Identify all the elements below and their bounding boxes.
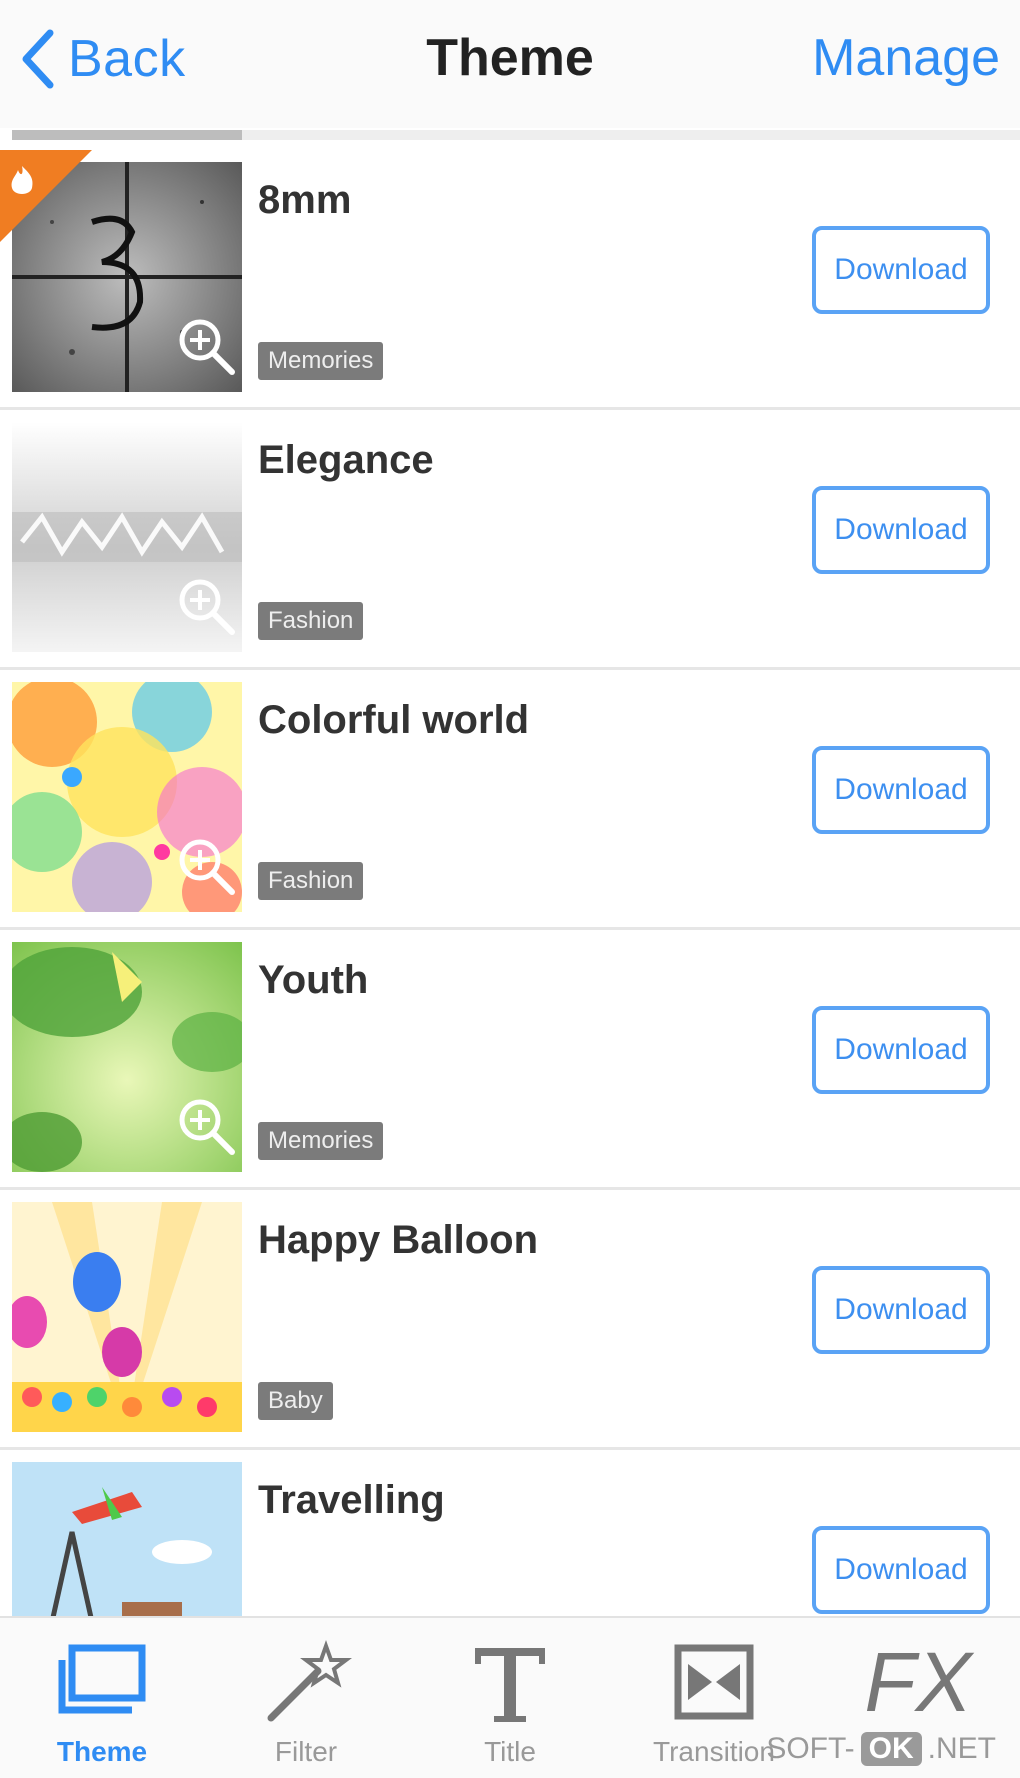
tab-label: Title [484,1736,536,1767]
theme-name: Travelling [258,1478,445,1522]
download-button[interactable]: Download [812,746,990,834]
zoom-in-icon[interactable] [174,1094,238,1158]
theme-thumbnail[interactable] [12,1202,242,1432]
theme-category-tag: Fashion [258,862,364,900]
segment-indicator-active [12,130,242,140]
transition-icon [674,1644,754,1720]
theme-thumbnail[interactable] [12,422,242,652]
theme-row-youth[interactable]: Youth Memories Download [0,930,1020,1190]
download-button[interactable]: Download [812,226,990,314]
theme-category-tag: Memories [258,1122,384,1160]
theme-category-tag: Fashion [258,602,364,640]
theme-category-tag: Memories [258,342,384,380]
travel-image [12,1462,242,1616]
zoom-in-icon[interactable] [174,314,238,378]
theme-name: Elegance [258,438,434,482]
download-button[interactable]: Download [812,1526,990,1614]
watermark: SOFT- OK .NET [766,1732,996,1766]
watermark-right: .NET [927,1732,996,1765]
theme-row-8mm[interactable]: 8mm Memories Download [0,150,1020,410]
theme-list[interactable]: 8mm Memories Download Elegance Fashion D… [0,150,1020,1616]
theme-name: 8mm [258,178,352,222]
theme-icon [58,1644,146,1714]
zoom-in-icon[interactable] [174,574,238,638]
balloons-image [12,1202,242,1432]
zoom-in-icon[interactable] [174,834,238,898]
fx-icon: FX [864,1635,972,1729]
tab-label: Filter [274,1736,338,1767]
tab-filter[interactable]: Filter [204,1618,408,1778]
theme-name: Colorful world [258,698,530,742]
magic-wand-icon [267,1640,352,1722]
theme-thumbnail[interactable] [12,682,242,912]
segment-indicator [12,130,1020,140]
download-button[interactable]: Download [812,1006,990,1094]
theme-thumbnail[interactable] [12,1462,242,1616]
theme-thumbnail[interactable] [12,942,242,1172]
theme-row-happy-balloon[interactable]: Happy Balloon Baby Download [0,1190,1020,1450]
tab-theme[interactable]: Theme [0,1618,204,1778]
download-button[interactable]: Download [812,1266,990,1354]
theme-row-elegance[interactable]: Elegance Fashion Download [0,410,1020,670]
theme-row-colorful-world[interactable]: Colorful world Fashion Download [0,670,1020,930]
hot-flame-badge-icon [0,150,92,242]
text-icon [475,1648,545,1722]
tab-title[interactable]: Title [408,1618,612,1778]
theme-name: Youth [258,958,369,1002]
theme-name: Happy Balloon [258,1218,539,1262]
tab-label: Theme [56,1736,148,1767]
theme-row-travelling[interactable]: Travelling Download [0,1450,1020,1616]
download-button[interactable]: Download [812,486,990,574]
theme-category-tag: Baby [258,1382,333,1420]
navigation-bar: Back Theme Manage [0,0,1020,128]
watermark-left: SOFT- [766,1732,855,1765]
manage-button[interactable]: Manage [812,28,1000,88]
watermark-ok: OK [860,1732,922,1766]
